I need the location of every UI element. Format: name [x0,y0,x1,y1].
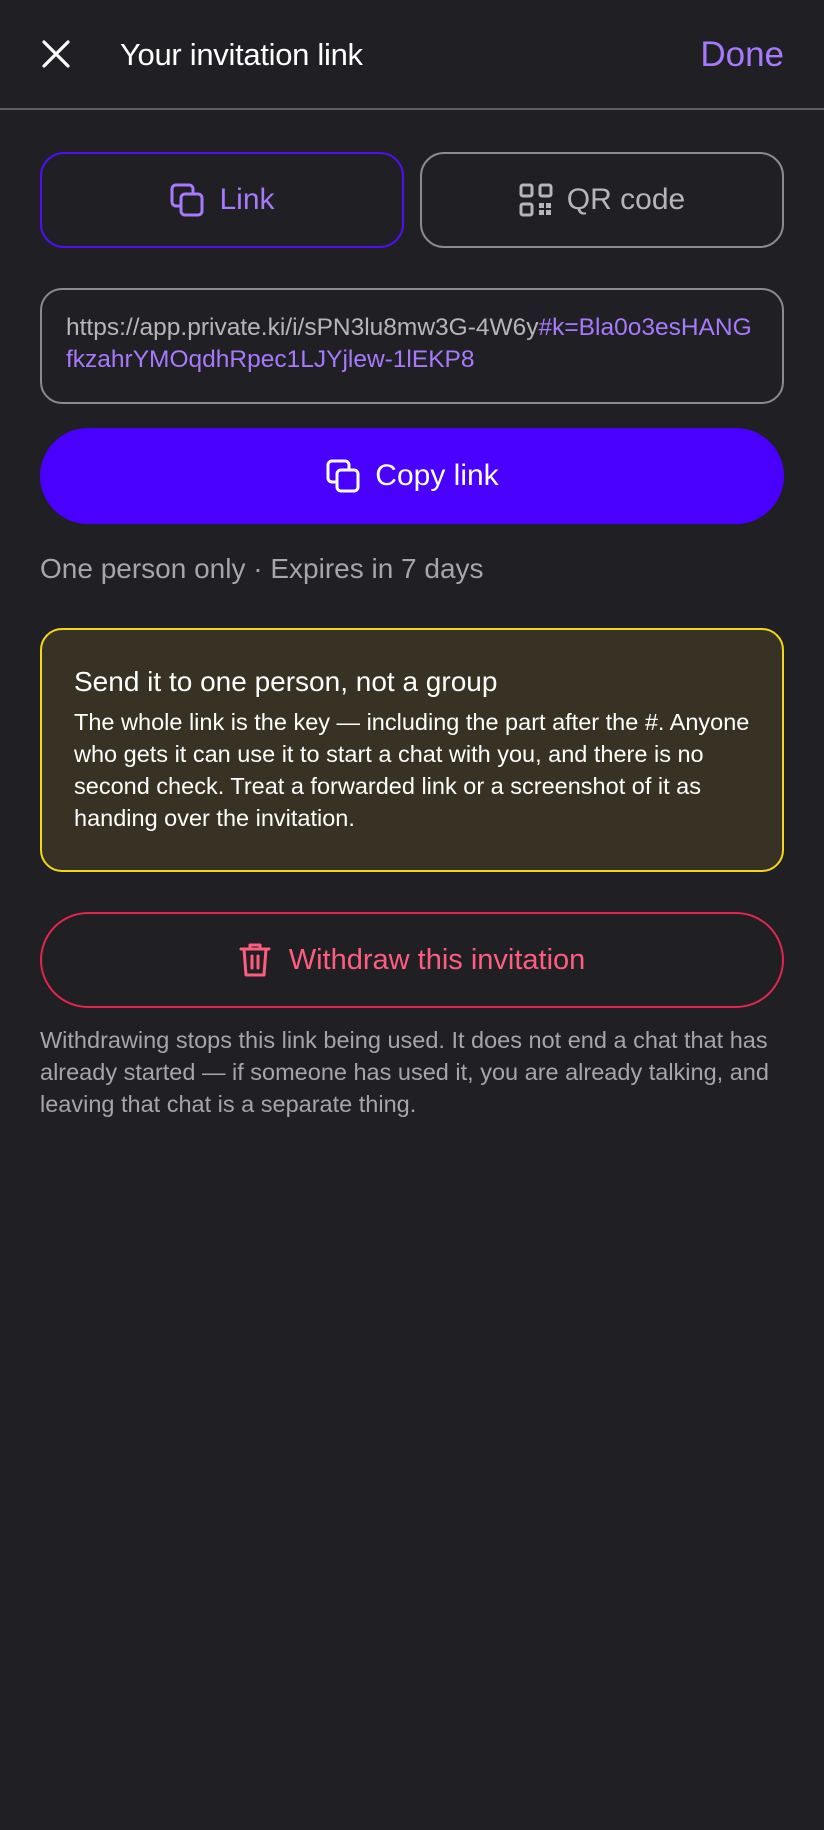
tab-link-label: Link [219,183,275,216]
link-prefix: https://app.private.ki/i/sPN3lu8mw3G-4W6… [66,314,539,341]
tab-qr-code[interactable]: QR code [420,152,784,248]
invitation-meta: One person only · Expires in 7 days [40,553,484,584]
warning-title: Send it to one person, not a group [74,666,498,697]
top-bar: Your invitation link Done [0,0,824,110]
invitation-link-field[interactable]: https://app.private.ki/i/sPN3lu8mw3G-4W6… [40,288,784,404]
warning-body: The whole link is the key — including th… [74,709,750,831]
close-icon [42,40,70,68]
done-button[interactable]: Done [700,32,784,78]
close-button[interactable] [34,32,78,76]
withdraw-note: Withdrawing stops this link being used. … [40,1027,769,1117]
tab-qr-label: QR code [566,183,686,216]
tab-link[interactable]: Link [40,152,404,248]
withdraw-invitation-button[interactable]: Withdraw this invitation [40,912,784,1008]
withdraw-label: Withdraw this invitation [288,943,586,976]
copy-link-label: Copy link [375,459,499,492]
copy-icon [170,183,204,217]
copy-link-button[interactable]: Copy link [40,428,784,524]
warning-callout: Send it to one person, not a group The w… [40,628,784,872]
copy-icon [326,459,360,493]
page-title: Your invitation link [120,37,363,72]
trash-icon [239,943,271,977]
qr-code-icon [519,183,553,217]
